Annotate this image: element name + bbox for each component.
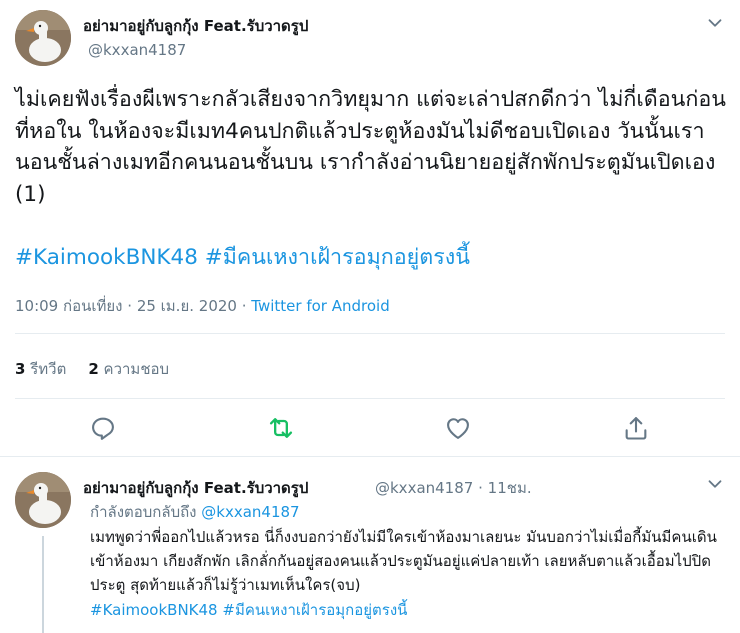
hashtag-link[interactable]: #มีคนเหงาเฝ้ารอมุกอยู่ตรงนี้ [222,601,407,619]
main-tweet: อย่ามาอยู่กับลูกกุ้ง Feat.รับวาดรูป @kxx… [0,0,740,456]
like-count: 2 [88,360,99,378]
author-name[interactable]: อย่ามาอยู่กับลูกกุ้ง Feat.รับวาดรูป [83,14,308,38]
hashtag-link[interactable]: #KaimookBNK48 [90,601,218,619]
meta-separator: · [241,297,247,315]
tweet-source-link[interactable]: Twitter for Android [251,297,389,315]
like-button[interactable] [444,414,472,442]
tweet-text: ไม่เคยฟังเรื่องผีเพราะกลัวเสียงจากวิทยุม… [15,87,726,207]
retweet-count: 3 [15,360,26,378]
tweet-meta: 10:09 ก่อนเที่ยง · 25 เม.ย. 2020 · Twitt… [15,294,390,318]
hashtag-link[interactable]: #KaimookBNK48 [15,245,198,270]
tweet-date[interactable]: 25 เม.ย. 2020 [137,297,237,315]
divider [15,333,725,334]
retweet-stat[interactable]: 3 รีทวีต [15,360,66,378]
replying-label: กำลังตอบกลับถึง [90,503,197,521]
tweet-hashtags: #KaimookBNK48 #มีคนเหงาเฝ้ารอมุกอยู่ตรงน… [15,242,470,274]
like-stat[interactable]: 2 ความชอบ [88,360,169,378]
divider [15,398,725,399]
tweet-text: เมทพูดว่าพี่ออกไปแล้วหรอ นี่ก็งงบอกว่ายั… [90,528,717,594]
avatar-goose-image [15,472,71,528]
tweet-stats: 3 รีทวีต 2 ความชอบ [15,357,169,381]
hashtag-link[interactable]: #มีคนเหงาเฝ้ารอมุกอยู่ตรงนี้ [205,245,470,270]
reply-button[interactable] [89,414,117,442]
author-name[interactable]: อย่ามาอยู่กับลูกกุ้ง Feat.รับวาดรูป [83,476,308,500]
meta-separator: · [478,479,483,497]
thread-line [42,536,44,633]
author-handle[interactable]: @kxxan4187 [88,41,186,59]
chevron-down-icon[interactable] [704,473,726,495]
replying-to: กำลังตอบกลับถึง @kxxan4187 [90,500,300,524]
share-icon [625,417,647,440]
meta-separator: · [127,297,133,315]
retweet-button[interactable] [267,414,295,442]
reply-icon [92,417,114,440]
reply-handle-time: @kxxan4187 · 11ชม. [375,476,532,500]
share-button[interactable] [622,414,650,442]
tweet-time[interactable]: 10:09 ก่อนเที่ยง [15,297,122,315]
avatar-goose-image [15,10,71,66]
author-handle[interactable]: @kxxan4187 [375,479,473,497]
mention-link[interactable]: @kxxan4187 [201,503,299,521]
chevron-down-icon[interactable] [704,12,726,34]
avatar[interactable] [15,472,71,528]
tweet-hashtags: #KaimookBNK48 #มีคนเหงาเฝ้ารอมุกอยู่ตรงน… [90,598,407,622]
retweet-label: รีทวีต [30,360,67,378]
like-label: ความชอบ [103,360,170,378]
tweet-time[interactable]: 11ชม. [488,479,532,497]
avatar[interactable] [15,10,71,66]
retweet-icon [269,418,293,438]
divider [0,456,740,457]
heart-icon [447,418,469,439]
